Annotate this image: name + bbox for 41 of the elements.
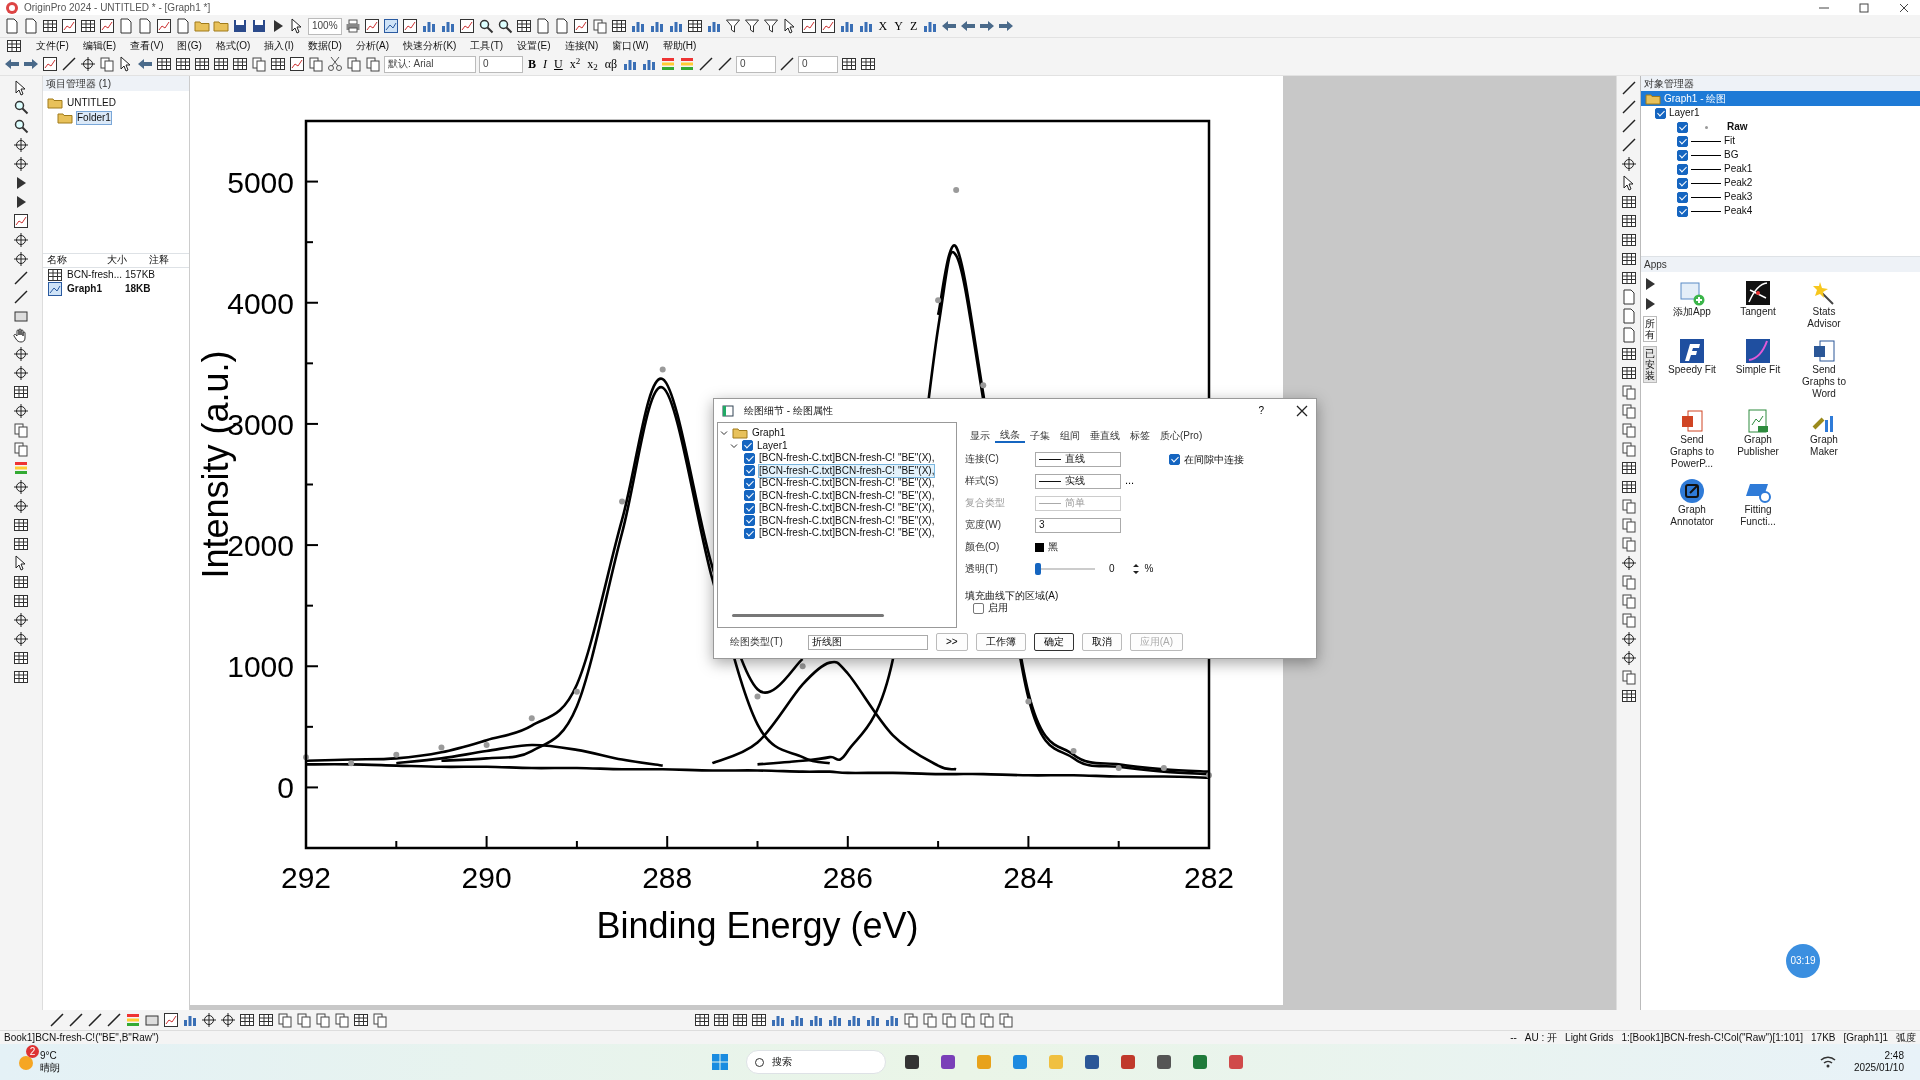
temperature: 9°C bbox=[40, 1050, 58, 1062]
axis-tick-label: 282 bbox=[1183, 861, 1235, 894]
status-text: [Graph1]1 bbox=[1843, 1031, 1888, 1044]
axis-title: Binding Energy (eV) bbox=[596, 905, 919, 946]
status-text: 1:[Book1]BCN-fresh-C!Col("Raw")[1:101] bbox=[1621, 1031, 1804, 1044]
field-label: 复合类型 bbox=[965, 497, 1006, 509]
group-title: 填充曲线下的区域(A) bbox=[965, 590, 1060, 602]
unit-label: % bbox=[1144, 563, 1154, 575]
file-size: 157KB bbox=[125, 269, 156, 281]
status-text: 弧度 bbox=[1896, 1031, 1916, 1044]
field-label: 颜色(O) bbox=[965, 541, 1001, 553]
weather-text: 晴朗 bbox=[40, 1062, 60, 1074]
field-label: 样式(S) bbox=[965, 475, 1000, 487]
checkbox-label: 在间隙中连接 bbox=[1184, 454, 1245, 466]
axis-tick-label: 1000 bbox=[227, 650, 294, 684]
slider-value: 0 bbox=[1109, 563, 1115, 575]
axis-tick-label: 0 bbox=[277, 771, 294, 805]
dialog-title: 绘图细节 - 绘图属性 bbox=[744, 404, 833, 417]
checkbox-label: 启用 bbox=[988, 602, 1008, 614]
notification-badge: 2 bbox=[26, 1045, 39, 1058]
field-label: 透明(T) bbox=[965, 563, 999, 575]
status-text: Light Grids bbox=[1565, 1031, 1614, 1044]
field-label: 绘图类型(T) bbox=[730, 636, 784, 648]
field-label: 连接(C) bbox=[965, 453, 1000, 465]
axis-tick-label: 288 bbox=[642, 861, 693, 894]
axis-tick-label: 286 bbox=[822, 861, 873, 894]
axis-tick-label: 290 bbox=[461, 861, 512, 894]
axis-tick-label: 292 bbox=[280, 861, 332, 894]
axis-tick-label: 284 bbox=[1003, 861, 1054, 894]
status-text: -- bbox=[1510, 1031, 1517, 1044]
window-title: OriginPro 2024 - UNTITLED * - [Graph1 *] bbox=[24, 1, 211, 14]
axis-tick-label: 5000 bbox=[227, 165, 294, 199]
field-label: 宽度(W) bbox=[965, 519, 1003, 531]
panel-title: Apps bbox=[1644, 258, 1667, 271]
file-size: 18KB bbox=[125, 283, 151, 295]
status-text: AU : 开 bbox=[1524, 1031, 1558, 1044]
panel-title: 项目管理器 (1) bbox=[46, 77, 111, 90]
status-text: 17KB bbox=[1811, 1031, 1836, 1044]
status-text: Book1]BCN-fresh-C!("BE",B"Raw") bbox=[4, 1031, 159, 1044]
panel-title: 对象管理器 bbox=[1644, 77, 1694, 90]
axis-tick-label: 4000 bbox=[227, 286, 294, 320]
